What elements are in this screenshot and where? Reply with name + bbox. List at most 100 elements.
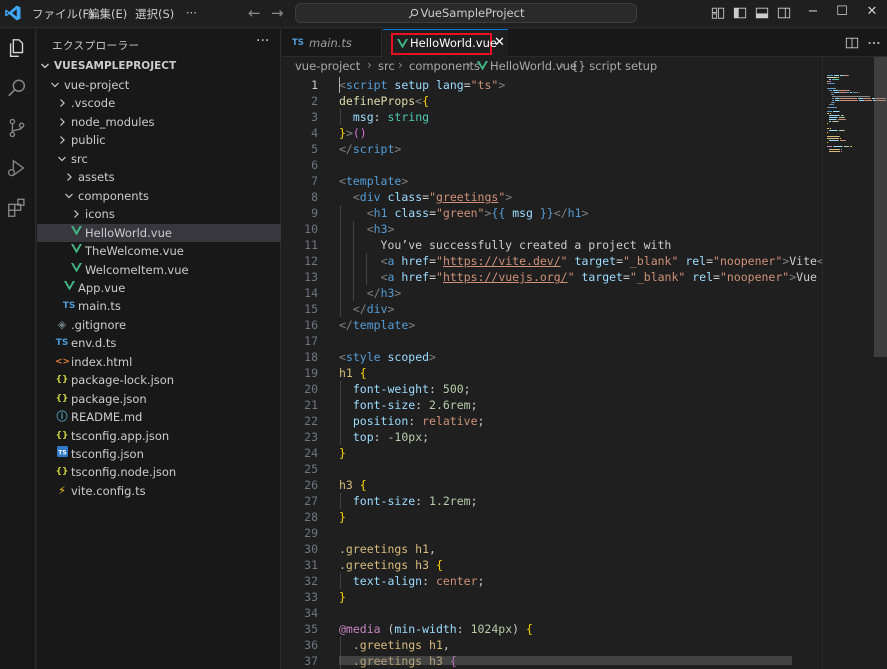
toggle-secondary-sidebar-icon[interactable] — [777, 6, 791, 20]
code-text: defineProps<{ — [339, 94, 430, 108]
code-text: <h3> — [366, 222, 395, 236]
tree-item[interactable]: components — [37, 187, 281, 205]
code-line: 15 </div> — [282, 301, 822, 317]
code-line: 8 <div class="greetings"> — [282, 189, 822, 205]
tree-item[interactable]: {} package-lock.json — [37, 371, 281, 389]
command-center-search[interactable]: VueSampleProject — [295, 3, 637, 23]
line-number: 35 — [304, 622, 318, 636]
info-file-icon: ⓘ — [56, 410, 68, 424]
minimap-stroke — [828, 140, 838, 142]
breadcrumb-item[interactable]: {} script setup — [571, 59, 657, 73]
code-line: 16 </template> — [282, 317, 822, 333]
source-control-icon[interactable] — [6, 117, 28, 139]
project-section-header[interactable]: VUESAMPLEPROJECT — [37, 58, 281, 76]
search-icon[interactable] — [6, 77, 28, 99]
code-line: 32 text-align: center; — [282, 573, 822, 589]
vue-file-icon — [69, 224, 83, 242]
tree-item[interactable]: node_modules — [37, 113, 281, 131]
json-file-icon: {} — [55, 375, 69, 386]
text-cursor — [339, 77, 340, 93]
toggle-panel-icon[interactable] — [755, 6, 769, 20]
split-editor-icon[interactable] — [845, 36, 859, 50]
maximize-icon[interactable]: ☐ — [832, 4, 852, 19]
code-text: </template> — [339, 318, 416, 332]
minimap-stroke — [827, 146, 833, 148]
tree-item[interactable]: WelcomeItem.vue — [37, 261, 281, 279]
tree-item[interactable]: ⓘ README.md — [37, 408, 281, 426]
minimap-stroke — [838, 135, 840, 137]
tree-item[interactable]: HelloWorld.vue — [37, 223, 281, 242]
breadcrumb-item[interactable]: src — [378, 59, 395, 73]
tree-item[interactable]: assets — [37, 168, 281, 186]
minimap-stroke — [827, 142, 828, 144]
code-line: 2 defineProps<{ — [282, 93, 822, 109]
code-text: } — [339, 590, 346, 604]
tree-item[interactable]: {} tsconfig.app.json — [37, 427, 281, 445]
code-text: h1 { — [339, 366, 367, 380]
tree-item[interactable]: vue-project — [37, 76, 281, 94]
code-line: 22 position: relative; — [282, 413, 822, 429]
tab-helloworld-vue[interactable]: HelloWorld.vue ✕ — [383, 29, 508, 58]
back-arrow-icon[interactable]: ← — [248, 4, 261, 22]
tree-item[interactable]: icons — [37, 205, 281, 223]
minimize-icon[interactable]: − — [803, 4, 823, 19]
tree-item[interactable]: .vscode — [37, 94, 281, 112]
more-actions-icon[interactable] — [867, 36, 881, 50]
typescript-file-icon: TS — [55, 338, 69, 349]
line-number: 32 — [304, 574, 318, 588]
tree-item[interactable]: TS tsconfig.json — [37, 445, 281, 463]
tree-item[interactable]: public — [37, 131, 281, 149]
line-number: 37 — [304, 654, 318, 668]
tree-item[interactable]: <> index.html — [37, 353, 281, 371]
code-text: font-weight: 500; — [352, 382, 471, 396]
tsconfig-file-icon: TS — [55, 445, 69, 463]
horizontal-scrollbar[interactable] — [339, 656, 792, 665]
tree-item-label: vue-project — [64, 78, 130, 92]
tab-main-ts[interactable]: TS main.ts — [282, 29, 382, 57]
line-number: 12 — [304, 254, 318, 268]
tree-item[interactable]: src — [37, 150, 281, 168]
minimap-stroke — [835, 87, 837, 89]
tree-item[interactable]: {} tsconfig.node.json — [37, 463, 281, 481]
tree-item-label: TheWelcome.vue — [85, 244, 184, 259]
minimap-stroke — [827, 75, 834, 76]
tree-item[interactable]: ◈ .gitignore — [37, 316, 281, 334]
close-icon[interactable]: ✕ — [862, 4, 882, 19]
tree-item[interactable]: TS env.d.ts — [37, 334, 281, 352]
minimap-stroke — [828, 129, 837, 131]
typescript-file-icon: TS — [62, 301, 76, 312]
menu-edit[interactable]: 編集(E) — [88, 6, 127, 22]
code-editor[interactable]: 1 <script setup lang="ts"> 2 defineProps<{3… — [282, 77, 822, 669]
line-number: 16 — [304, 318, 318, 332]
customize-layout-icon[interactable] — [711, 6, 725, 20]
breadcrumb-item[interactable]: vue-project — [295, 59, 360, 73]
menu-more[interactable]: ··· — [186, 6, 197, 20]
vertical-scrollbar[interactable] — [874, 57, 887, 357]
vue-file-icon — [62, 279, 76, 297]
minimap-stroke — [828, 81, 831, 83]
tree-item[interactable]: {} package.json — [37, 390, 281, 408]
tree-item[interactable]: App.vue — [37, 279, 281, 297]
tree-item-label: tsconfig.json — [71, 447, 144, 461]
toggle-primary-sidebar-icon[interactable] — [733, 6, 747, 20]
line-number: 18 — [304, 350, 318, 364]
tree-item[interactable]: TheWelcome.vue — [37, 242, 281, 260]
explorer-icon[interactable] — [6, 37, 28, 59]
close-tab-icon[interactable]: ✕ — [494, 29, 505, 57]
menu-selection[interactable]: 選択(S) — [135, 6, 174, 22]
run-debug-icon[interactable] — [6, 157, 28, 179]
tree-item[interactable]: ⚡ vite.config.ts — [37, 482, 281, 500]
minimap-stroke — [827, 138, 839, 139]
line-number: 29 — [304, 526, 318, 540]
extensions-icon[interactable] — [6, 197, 28, 219]
tree-item[interactable]: TS main.ts — [37, 297, 281, 315]
chevron-down-icon — [41, 63, 49, 69]
menu-file[interactable]: ファイル(F) — [32, 6, 94, 22]
minimap-stroke — [834, 146, 843, 148]
forward-arrow-icon[interactable]: → — [271, 4, 284, 22]
line-number: 20 — [304, 382, 318, 396]
code-line: 18 <style scoped> — [282, 349, 822, 365]
explorer-more-icon[interactable]: ··· — [256, 33, 269, 49]
code-line: 17 — [282, 333, 822, 349]
line-number: 10 — [304, 222, 318, 236]
